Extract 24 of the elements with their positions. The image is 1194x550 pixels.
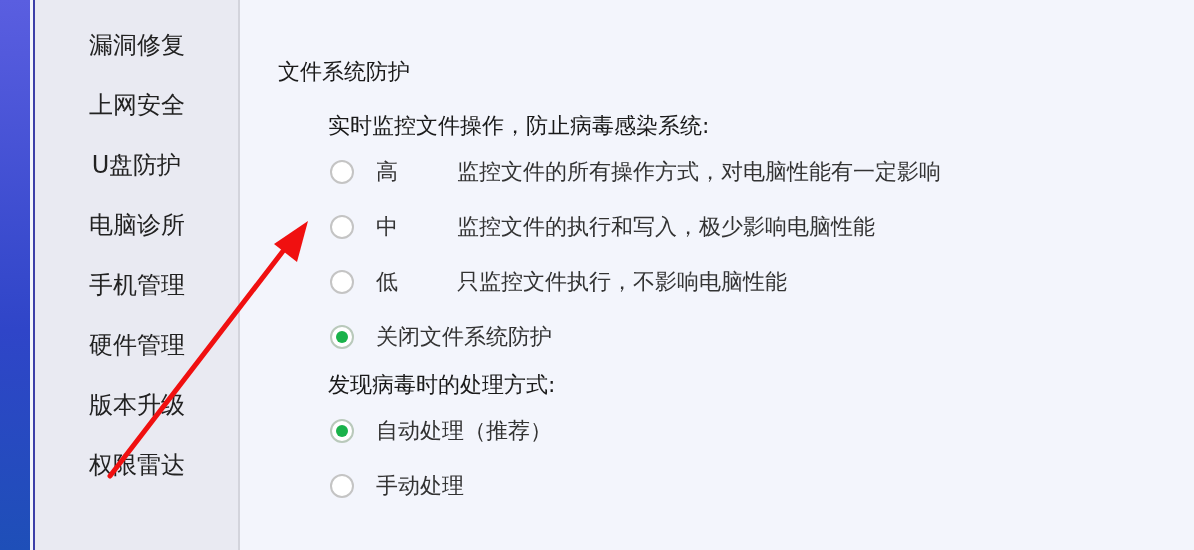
section-title: 文件系统防护 bbox=[278, 58, 411, 86]
sidebar-item[interactable]: U盘防护 bbox=[91, 150, 182, 180]
radio-button[interactable] bbox=[330, 159, 354, 184]
option-label[interactable]: 高 bbox=[376, 156, 457, 187]
option-description: 监控文件的执行和写入，极少影响电脑性能 bbox=[457, 212, 875, 241]
group-label: 发现病毒时的处理方式: bbox=[328, 371, 557, 399]
sidebar-item[interactable]: 漏洞修复 bbox=[88, 30, 185, 60]
option-description: 监控文件的所有操作方式，对电脑性能有一定影响 bbox=[457, 157, 941, 186]
radio-button[interactable] bbox=[330, 269, 354, 294]
option-label[interactable]: 自动处理（推荐） bbox=[376, 415, 552, 446]
option-label[interactable]: 手动处理 bbox=[376, 470, 464, 501]
option-label[interactable]: 中 bbox=[376, 211, 457, 242]
option-label[interactable]: 低 bbox=[376, 266, 457, 297]
radio-button[interactable] bbox=[330, 214, 354, 239]
sidebar-item[interactable]: 电脑诊所 bbox=[88, 210, 185, 240]
radio-button[interactable] bbox=[330, 473, 354, 498]
sidebar-item[interactable]: 手机管理 bbox=[88, 270, 185, 300]
radio-button[interactable] bbox=[330, 324, 354, 349]
option-label[interactable]: 关闭文件系统防护 bbox=[376, 321, 552, 352]
sidebar-item[interactable]: 硬件管理 bbox=[88, 330, 185, 360]
option-description: 只监控文件执行，不影响电脑性能 bbox=[457, 267, 787, 296]
group-label: 实时监控文件操作，防止病毒感染系统: bbox=[328, 112, 711, 140]
radio-button[interactable] bbox=[330, 418, 354, 443]
sidebar-item[interactable]: 上网安全 bbox=[88, 90, 185, 120]
